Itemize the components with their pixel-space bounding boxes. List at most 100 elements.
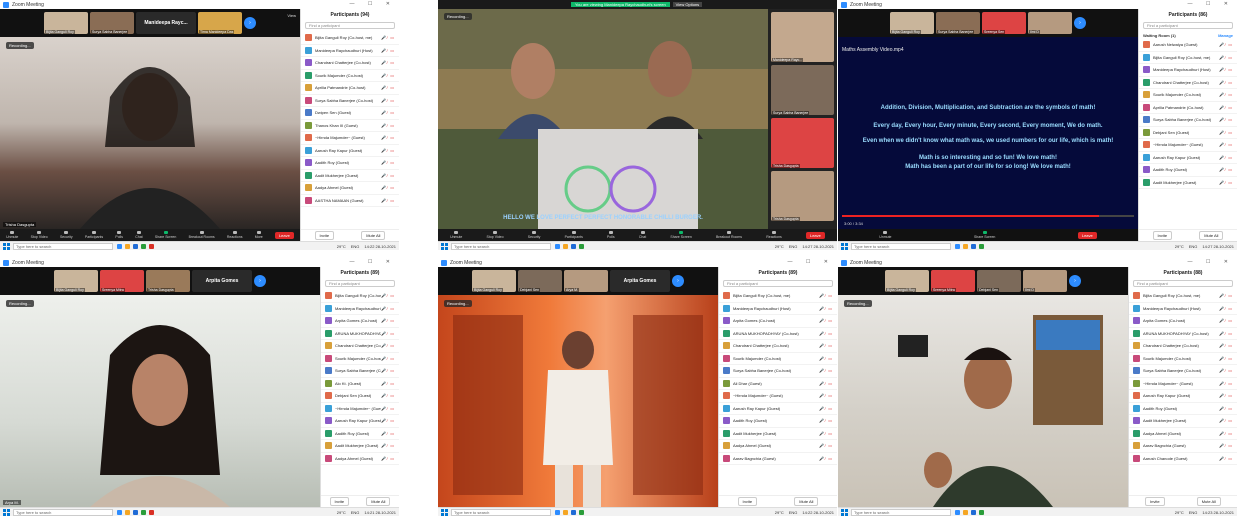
participant-row[interactable]: Aadit Mukherjee (Guest) 🎤̸ ▭ [1129,415,1237,428]
reactions-button[interactable]: Reactions [766,231,782,239]
participant-row[interactable]: Aadit Mukherjee (Guest) 🎤̸ ▭ [1139,177,1237,189]
participant-row[interactable]: Sourik Majumder (Co-host) 🎤̸ ▭ [321,353,399,365]
participant-row[interactable]: Alo Kt. (Guest) 🎤̸ ▭ [321,378,399,390]
participant-row[interactable]: Bijita Ganguli Roy (Co-host, me)🎤̸ ▭ [301,32,399,45]
participant-row[interactable]: Dwipen Sen (Guest) 🎤̸ ▭ [301,107,399,120]
participant-row[interactable]: ~Hirnda Majumder~ (Guest) 🎤̸ ▭ [301,132,399,145]
taskbar-apps[interactable] [555,509,584,515]
participant-thumbnail[interactable]: Ilmi D [1028,12,1072,34]
taskbar-search-input[interactable]: Type here to search [13,242,113,250]
window-controls[interactable]: — ☐ ✕ [1188,1,1234,7]
windows-start-icon[interactable] [3,242,10,250]
participant-row[interactable]: Aarush Ray Kapur (Guest) 🎤̸ ▭ [1139,152,1237,164]
breakout-rooms-button[interactable]: Breakout Rooms [189,231,215,239]
participant-row[interactable]: Aarav Bagnchia (Guest) 🎤̸ ▭ [1129,440,1237,453]
participant-row[interactable]: Manideepa Raychaudhuri (Host) 🎤̸ ▭ [1129,303,1237,315]
participant-row[interactable]: Aarush Ray Kapur (Guest) 🎤̸ ▭ [719,403,837,415]
participant-row[interactable]: AASTHA NAMAAN (Guest) 🎤̸ ▭ [301,195,399,207]
participant-thumbnail[interactable]: Debjani Sen [518,270,562,292]
unmute-button[interactable]: Unmute [879,231,892,239]
participant-row[interactable]: Bijita Ganguli Roy (Co-host, me)🎤̸ ▭ [321,290,399,303]
security-button[interactable]: Security [60,231,73,239]
participant-thumbnail[interactable]: Arya M. [564,270,608,292]
participant-row[interactable]: Aarush Ray Kapur (Guest) 🎤̸ ▭ [301,145,399,157]
window-controls[interactable]: — ☐ ✕ [350,259,396,265]
participant-row[interactable]: Aadith Roy (Guest) 🎤̸ ▭ [1139,164,1237,177]
name-card[interactable]: Manideepa Rayc... [136,12,196,34]
windows-start-icon[interactable] [441,242,448,250]
participant-row[interactable]: ARUNA MUKHOPADHYAY (Co-host)🎤̸ ▭ [719,328,837,340]
taskbar-search-input[interactable]: Type here to search [451,508,551,516]
reactions-button[interactable]: Reactions [227,231,242,239]
polls-button[interactable]: Polls [607,231,615,239]
participants-button[interactable]: Participants [85,231,103,239]
mute-all-button[interactable]: Mute All [1196,497,1221,506]
windows-start-icon[interactable] [441,508,448,516]
participant-row[interactable]: ~Hirnda Majumder~ (Guest) 🎤̸ ▭ [1129,378,1237,390]
more-button[interactable]: More [255,231,263,239]
participant-row[interactable]: Aadya Ahmel (Guest) 🎤̸ ▭ [321,453,399,465]
participant-thumbnail[interactable]: Sreenya Sen [982,12,1026,34]
participant-thumbnail[interactable]: Surya Sabha Banerjee [90,12,134,34]
participant-row[interactable]: Manideepa Raychaudhuri (Host) 🎤̸ ▭ [1139,64,1237,77]
participant-thumbnail[interactable]: Surya Sabha Banerjee [771,65,834,115]
share-screen-button[interactable]: Share Screen [974,231,995,239]
participant-row[interactable]: Arpita Gomes (Co-host) 🎤̸ ▭ [1129,315,1237,328]
breakout-rooms-button[interactable]: Breakout Rooms [716,231,742,239]
participant-row[interactable]: Aadith Roy (Guest) 🎤̸ ▭ [301,157,399,170]
participant-row[interactable]: Aadit Mukherjee (Guest) 🎤̸ ▭ [301,170,399,182]
stop-video-button[interactable]: Stop Video [31,231,48,239]
participant-row[interactable]: Sourik Majumder (Co-host) 🎤̸ ▭ [1139,89,1237,102]
participant-row[interactable]: Surya Sabha Banerjee (Co-host) 🎤̸ ▭ [301,95,399,107]
participant-row[interactable]: Aarush Ray Kapur (Guest) 🎤̸ ▭ [1129,390,1237,403]
invite-button[interactable]: Invite [1152,231,1173,240]
polls-button[interactable]: Polls [115,231,123,239]
participant-row[interactable]: Aadya Ahmel (Guest) 🎤̸ ▭ [719,440,837,453]
taskbar-apps[interactable] [955,243,984,249]
participant-row[interactable]: Ali Dhar (Guest) 🎤̸ ▭ [719,378,837,390]
participant-thumbnail[interactable]: Tirna Manideepa Das [198,12,242,34]
gallery-toggle-button[interactable]: › [1074,17,1086,29]
participant-row[interactable]: ARUNA MUKHOPADHYAY (Co-host)🎤̸ ▭ [321,328,399,340]
participant-row[interactable]: Aarush Nelwalya (Guest) 🎤̸ ▭ [1139,39,1237,52]
participant-row[interactable]: Bijita Ganguli Roy (Co-host, me)🎤̸ ▭ [1129,290,1237,303]
participant-thumbnail[interactable]: Trisha Dasgupta [146,270,190,292]
name-card[interactable]: Arpita Gomes [192,270,252,292]
participant-row[interactable]: Aarush Ray Kapur (Guest) 🎤̸ ▭ [321,415,399,428]
participant-row[interactable]: ~Hirnda Majumder~ (Guest) 🎤̸ ▭ [321,403,399,415]
participant-row[interactable]: Aadith Roy (Guest) 🎤̸ ▭ [321,428,399,440]
taskbar-search-input[interactable]: Type here to search [851,242,951,250]
view-button[interactable]: View [287,13,296,18]
participant-row[interactable]: Manideepa Raychaudhuri (Host) 🎤̸ ▭ [719,303,837,315]
video-progress-track[interactable] [842,215,1134,217]
leave-button[interactable]: Leave [1077,231,1097,239]
leave-button[interactable]: Leave [805,231,825,239]
taskbar-search-input[interactable]: Type here to search [13,508,113,516]
participant-thumbnail[interactable]: Ilmi D [1023,270,1067,292]
gallery-toggle-button[interactable]: › [672,275,684,287]
taskbar-apps[interactable] [955,509,984,515]
stop-video-button[interactable]: Stop Video [487,231,504,239]
participant-row[interactable]: Sourik Majumder (Co-host) 🎤̸ ▭ [301,70,399,82]
participant-thumbnail[interactable]: Debjani Sen [977,270,1021,292]
participant-row[interactable]: Aadya Ahmel (Guest) 🎤̸ ▭ [301,182,399,195]
security-button[interactable]: Security [528,231,540,239]
participant-thumbnail[interactable]: Bijita Ganguli Roy [44,12,88,34]
invite-button[interactable]: Invite [314,231,335,240]
windows-start-icon[interactable] [841,508,848,516]
windows-start-icon[interactable] [841,242,848,250]
taskbar-apps[interactable] [555,243,584,249]
share-screen-button[interactable]: Share Screen [670,231,692,239]
participant-row[interactable]: Aprilia Patmandrie (Co-host) 🎤̸ ▭ [301,82,399,95]
participant-row[interactable]: Aadit Mukherjee (Guest) 🎤̸ ▭ [719,428,837,440]
unmute-button[interactable]: Unmute [450,231,462,239]
mute-all-button[interactable]: Mute All [366,497,391,506]
participant-row[interactable]: Chandrani Chatterjee (Co-host)🎤̸ ▭ [321,340,399,353]
chat-button[interactable]: Chat [135,231,143,239]
participant-thumbnail[interactable]: Surya Sabha Banerjee [936,12,980,34]
participant-row[interactable]: Arpita Gomes (Co-host) 🎤̸ ▭ [321,315,399,328]
participant-row[interactable]: Chandrani Chatterjee (Co-host)🎤̸ ▭ [719,340,837,353]
gallery-toggle-button[interactable]: › [244,17,256,29]
participant-row[interactable]: Debjani Sen (Guest) 🎤̸ ▭ [321,390,399,403]
taskbar-search-input[interactable]: Type here to search [851,508,951,516]
